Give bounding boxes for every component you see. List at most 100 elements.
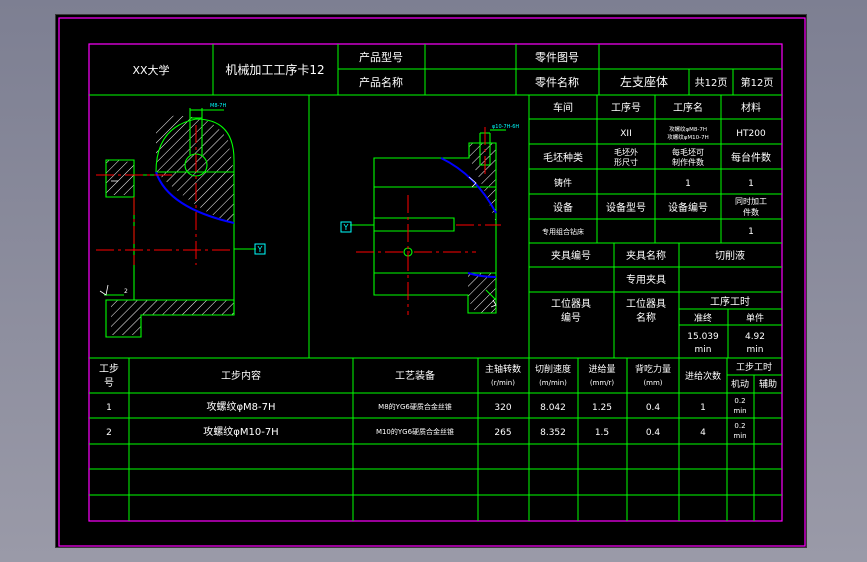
- process-no-value: XII: [620, 129, 631, 139]
- equipment-name-value: 专用组合钻床: [542, 227, 584, 236]
- front-datum-label: Y: [343, 223, 349, 232]
- coolant-label: 切削液: [715, 249, 745, 262]
- steps-header-machine: 机动: [731, 378, 749, 390]
- step-passes: 4: [700, 428, 706, 438]
- equipment-model-label: 设备型号: [606, 201, 646, 214]
- steps-header-content: 工步内容: [221, 369, 261, 382]
- outer-frame: [58, 17, 806, 547]
- blank-size-label-line-2: 形尺寸: [614, 157, 638, 167]
- drawing-svg: XX大学 机械加工工序卡12 产品型号 产品名称 零件图号 零件名称 左支座体 …: [58, 17, 806, 547]
- simultaneous-value: 1: [748, 227, 754, 237]
- steps-header-equipment: 工艺装备: [395, 369, 435, 382]
- steps-header-cutting-line-1: 切削速度: [535, 363, 571, 375]
- steps-header-no-line-2: 号: [104, 377, 114, 389]
- process-name-line-2: 攻螺纹φM10-7H: [667, 133, 709, 141]
- step-cutting: 8.352: [540, 428, 566, 438]
- steps-header-auxiliary: 辅助: [759, 378, 777, 390]
- left-view: Y M8-7H 2: [96, 103, 266, 338]
- station-no-label-line-2: 编号: [561, 311, 581, 324]
- product-model-label: 产品型号: [359, 50, 403, 64]
- total-pages: 共12页: [695, 77, 728, 89]
- equipment-label: 设备: [553, 201, 573, 214]
- process-name-line-1: 攻螺纹φM8-7H: [669, 125, 707, 133]
- unit-time-label: 单件: [746, 312, 764, 324]
- steps-header-spindle-line-2: (r/min): [491, 379, 515, 387]
- simultaneous-label-line-1: 同时加工: [735, 196, 767, 206]
- inner-frame: [88, 43, 783, 522]
- table-row: 2 攻螺纹φM10-7H M10的YG6硬质合金丝锥 265 8.352 1.5…: [106, 422, 746, 440]
- front-top-dimension: φ10-7H-6H: [492, 124, 519, 130]
- info-header-workshop: 车间: [553, 101, 573, 114]
- steps-header-spindle-line-1: 主轴转数: [485, 363, 521, 375]
- steps-header-depth-line-2: (mm): [643, 379, 662, 387]
- prep-end-value: 15.039: [687, 332, 719, 342]
- left-top-dimension: M8-7H: [210, 103, 226, 109]
- step-depth: 0.4: [646, 403, 661, 413]
- part-name-label: 零件名称: [535, 75, 579, 89]
- card-title: 机械加工工序卡12: [225, 62, 324, 77]
- steps-table-lines: [89, 358, 782, 521]
- step-machine-time: 0.2: [734, 397, 745, 405]
- step-passes: 1: [700, 403, 706, 413]
- step-machine-unit: min: [733, 407, 746, 415]
- step-spindle: 265: [494, 428, 511, 438]
- step-no: 2: [106, 428, 112, 438]
- simultaneous-label-line-2: 件数: [743, 207, 759, 217]
- step-feed: 1.5: [595, 428, 609, 438]
- step-equipment: M8的YG6硬质合金丝锥: [378, 402, 452, 411]
- step-cutting: 8.042: [540, 403, 566, 413]
- blank-parts-label-line-2: 制作件数: [672, 157, 704, 167]
- fixture-no-label: 夹具编号: [551, 249, 591, 262]
- cad-viewport: XX大学 机械加工工序卡12 产品型号 产品名称 零件图号 零件名称 左支座体 …: [0, 0, 867, 562]
- steps-header-no-line-1: 工步: [99, 363, 119, 375]
- step-depth: 0.4: [646, 428, 661, 438]
- step-spindle: 320: [494, 403, 511, 413]
- unit-time-unit: min: [747, 345, 764, 355]
- blank-parts-label-line-1: 每毛坯可: [672, 147, 704, 157]
- steps-header-feed-line-2: (mm/r): [590, 379, 615, 387]
- equipment-no-label: 设备编号: [668, 201, 708, 214]
- prep-end-unit: min: [695, 345, 712, 355]
- process-time-label: 工序工时: [710, 295, 750, 308]
- side-dimension: 2: [124, 288, 128, 295]
- part-drawing-label: 零件图号: [535, 51, 579, 64]
- table-row: 1 攻螺纹φM8-7H M8的YG6硬质合金丝锥 320 8.042 1.25 …: [106, 397, 746, 415]
- station-name-label-line-2: 名称: [636, 311, 656, 324]
- station-name-label-line-1: 工位器具: [626, 297, 666, 310]
- step-feed: 1.25: [592, 403, 612, 413]
- front-view: Y φ10-7H-6H: [340, 124, 519, 315]
- steps-header-step-time: 工步工时: [736, 361, 772, 373]
- step-content: 攻螺纹φM10-7H: [203, 425, 278, 438]
- steps-header-feed-line-1: 进给量: [588, 363, 615, 375]
- step-equipment: M10的YG6硬质合金丝锥: [376, 427, 454, 436]
- drawing-canvas[interactable]: XX大学 机械加工工序卡12 产品型号 产品名称 零件图号 零件名称 左支座体 …: [55, 14, 807, 548]
- steps-header-cutting-line-2: (m/min): [539, 379, 567, 387]
- step-no: 1: [106, 403, 112, 413]
- info-header-material: 材料: [741, 101, 761, 114]
- prep-end-label: 准终: [694, 312, 712, 324]
- product-name-label: 产品名称: [359, 75, 403, 89]
- school-name: XX大学: [132, 63, 169, 77]
- step-machine-unit: min: [733, 432, 746, 440]
- info-header-process-no: 工序号: [611, 101, 641, 114]
- units-per-machine-label: 每台件数: [731, 151, 771, 164]
- blank-type-value: 铸件: [554, 177, 572, 189]
- blank-size-label-line-1: 毛坯外: [614, 147, 638, 157]
- material-value: HT200: [736, 129, 766, 139]
- title-block-lines: [89, 44, 782, 96]
- part-name-value: 左支座体: [620, 74, 668, 89]
- station-no-label-line-1: 工位器具: [551, 297, 591, 310]
- steps-header-depth-line-1: 背吃力量: [635, 363, 671, 375]
- fixture-name-label: 夹具名称: [626, 249, 666, 262]
- steps-header-passes: 进给次数: [685, 370, 721, 382]
- units-per-machine-value: 1: [748, 179, 754, 189]
- step-machine-time: 0.2: [734, 422, 745, 430]
- fixture-name-value: 专用夹具: [626, 273, 666, 286]
- unit-time-value: 4.92: [745, 332, 765, 342]
- blank-type-label: 毛坯种类: [543, 151, 583, 164]
- blank-parts-value: 1: [685, 179, 691, 189]
- left-datum-label: Y: [257, 245, 263, 254]
- info-header-process-name: 工序名: [673, 101, 703, 114]
- step-content: 攻螺纹φM8-7H: [206, 400, 275, 413]
- page-number: 第12页: [741, 76, 774, 89]
